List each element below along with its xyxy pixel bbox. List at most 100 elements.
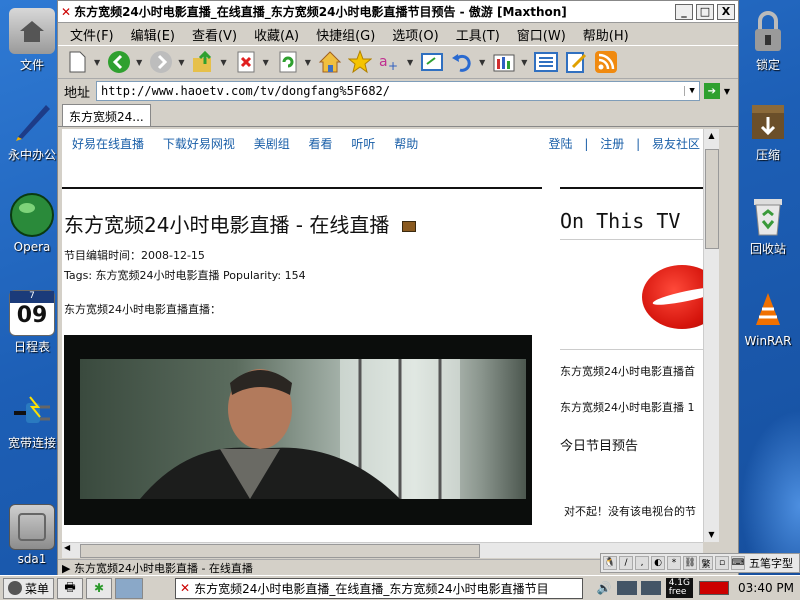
- settings-bars-icon[interactable]: [491, 49, 517, 75]
- nav-link[interactable]: 听听: [351, 137, 375, 151]
- favorites-star-icon[interactable]: [347, 49, 373, 75]
- menu-view[interactable]: 查看(V): [192, 25, 237, 44]
- desktop-icon-lock[interactable]: 锁定: [738, 8, 798, 73]
- network-icon[interactable]: [640, 581, 661, 595]
- start-menu-label: 菜单: [25, 581, 50, 596]
- dropdown-arrow-icon[interactable]: ▼: [94, 58, 100, 67]
- tab-strip: 东方宽频24...: [58, 103, 738, 127]
- title-bar[interactable]: ✕ 东方宽频24小时电影直播_在线直播_东方宽频24小时电影直播节目预告 - 傲…: [58, 1, 738, 23]
- rss-icon[interactable]: [593, 49, 619, 75]
- scroll-thumb[interactable]: [80, 544, 480, 558]
- close-button[interactable]: X: [717, 3, 735, 20]
- ime-punct-icon[interactable]: ,: [635, 556, 649, 570]
- scroll-left-icon[interactable]: ◀: [64, 543, 70, 552]
- dropdown-arrow-icon[interactable]: ▼: [263, 58, 269, 67]
- address-dropdown-icon[interactable]: ▼: [684, 86, 695, 96]
- ime-link-icon[interactable]: ⛓: [683, 556, 697, 570]
- menu-favorites[interactable]: 收藏(A): [254, 25, 299, 44]
- refresh-icon[interactable]: [275, 49, 301, 75]
- nav-link[interactable]: 好易在线直播: [72, 137, 144, 151]
- community-link[interactable]: 易友社区: [652, 137, 700, 151]
- scroll-down-icon[interactable]: ▼: [704, 528, 719, 542]
- desktop-icon-opera[interactable]: Opera: [2, 192, 62, 254]
- scroll-up-icon[interactable]: ▲: [704, 129, 719, 143]
- input-method-bar[interactable]: 🐧 / , ◐ * ⛓ 繁 ▫ ⌨ 五笔字型: [600, 553, 800, 573]
- new-page-icon[interactable]: [64, 49, 90, 75]
- nav-link[interactable]: 下载好易网视: [163, 137, 235, 151]
- address-input[interactable]: http://www.haoetv.com/tv/dongfang%5F682/…: [96, 81, 700, 101]
- undo-icon[interactable]: [449, 49, 475, 75]
- menu-file[interactable]: 文件(F): [70, 25, 114, 44]
- winrar-cone-icon: [745, 286, 791, 332]
- browser-tab[interactable]: 东方宽频24...: [62, 104, 151, 126]
- dropdown-arrow-icon[interactable]: ▼: [178, 58, 184, 67]
- list-icon[interactable]: [533, 49, 559, 75]
- clock[interactable]: 03:40 PM: [732, 581, 800, 595]
- dropdown-arrow-icon[interactable]: ▼: [521, 58, 527, 67]
- dropdown-arrow-icon[interactable]: ▼: [220, 58, 226, 67]
- ime-width-icon[interactable]: ◐: [651, 556, 665, 570]
- notepad-icon[interactable]: [563, 49, 589, 75]
- ime-trad-icon[interactable]: 繁: [699, 556, 713, 570]
- register-link[interactable]: 注册: [600, 137, 624, 151]
- dropdown-arrow-icon[interactable]: ▼: [407, 58, 413, 67]
- desktop-icon-calendar[interactable]: 7 09 日程表: [2, 290, 62, 355]
- ime-lock-icon[interactable]: ▫: [715, 556, 729, 570]
- desktop-icon-recycle[interactable]: 回收站: [738, 192, 798, 257]
- sidebar-link[interactable]: 东方宽频24小时电影直播首: [560, 363, 695, 379]
- cpu-meter[interactable]: [699, 581, 729, 595]
- up-folder-icon[interactable]: [190, 49, 216, 75]
- dropdown-arrow-icon[interactable]: ▼: [136, 58, 142, 67]
- ime-skin-icon[interactable]: *: [667, 556, 681, 570]
- menu-groups[interactable]: 快捷组(G): [316, 25, 375, 44]
- home-icon[interactable]: [317, 49, 343, 75]
- ime-penguin-icon[interactable]: 🐧: [603, 556, 617, 570]
- menu-options[interactable]: 选项(O): [392, 25, 438, 44]
- desktop-icon-compress[interactable]: 压缩: [738, 98, 798, 163]
- desktop-icon-winrar[interactable]: WinRAR: [738, 286, 798, 348]
- minimize-button[interactable]: _: [675, 3, 693, 20]
- network-icon[interactable]: [616, 581, 637, 595]
- menu-window[interactable]: 窗口(W): [517, 25, 566, 44]
- show-desktop-button[interactable]: [115, 577, 144, 599]
- go-arrow-icon[interactable]: ➔: [703, 83, 720, 99]
- menu-edit[interactable]: 编辑(E): [131, 25, 175, 44]
- forward-icon[interactable]: [148, 49, 174, 75]
- printer-icon[interactable]: 🖶: [57, 577, 84, 599]
- address-label: 地址: [64, 85, 91, 101]
- taskbar-window-button[interactable]: ✕ 东方宽频24小时电影直播_在线直播_东方宽频24小时电影直播节目: [175, 577, 584, 599]
- desktop-icon-broadband[interactable]: 宽带连接: [2, 386, 62, 451]
- maximize-button[interactable]: □: [696, 3, 714, 20]
- dropdown-arrow-icon[interactable]: ▼: [479, 58, 485, 67]
- dropdown-arrow-icon[interactable]: ▼: [305, 58, 311, 67]
- taskbar: 菜单 🖶 ✱ ✕ 东方宽频24小时电影直播_在线直播_东方宽频24小时电影直播节…: [0, 575, 800, 600]
- vertical-scrollbar[interactable]: ▲ ▼: [703, 129, 719, 542]
- login-link[interactable]: 登陆: [549, 137, 573, 151]
- volume-icon[interactable]: 🔊: [597, 581, 612, 595]
- desktop-icon-office[interactable]: 永中办公: [2, 98, 62, 163]
- translate-icon[interactable]: a +: [377, 49, 403, 75]
- lock-icon: [745, 8, 791, 54]
- ime-mode-icon[interactable]: /: [619, 556, 633, 570]
- sparkle-icon[interactable]: ✱: [86, 577, 113, 599]
- taskbar-window-title: 东方宽频24小时电影直播_在线直播_东方宽频24小时电影直播节目: [194, 581, 549, 596]
- nav-link[interactable]: 帮助: [394, 137, 418, 151]
- sidebar-link[interactable]: 东方宽频24小时电影直播 1: [560, 399, 695, 415]
- stream-subheading: 东方宽频24小时电影直播直播：: [64, 303, 221, 316]
- video-player[interactable]: [64, 335, 532, 525]
- dropdown-arrow-icon[interactable]: ▼: [724, 87, 730, 96]
- office-pen-icon: [9, 98, 55, 144]
- stop-icon[interactable]: [233, 49, 259, 75]
- menu-tools[interactable]: 工具(T): [456, 25, 500, 44]
- back-icon[interactable]: [106, 49, 132, 75]
- keyboard-icon[interactable]: ⌨: [731, 556, 745, 570]
- scroll-thumb[interactable]: [705, 149, 719, 249]
- window-restore-icon[interactable]: [419, 49, 445, 75]
- memory-indicator[interactable]: 4.1G free: [665, 578, 693, 598]
- start-menu-button[interactable]: 菜单: [3, 577, 55, 599]
- desktop-icon-drive[interactable]: sda1: [2, 504, 62, 566]
- nav-link[interactable]: 看看: [309, 137, 333, 151]
- nav-link[interactable]: 美剧组: [254, 137, 290, 151]
- desktop-icon-files[interactable]: 文件: [2, 8, 62, 73]
- menu-help[interactable]: 帮助(H): [583, 25, 629, 44]
